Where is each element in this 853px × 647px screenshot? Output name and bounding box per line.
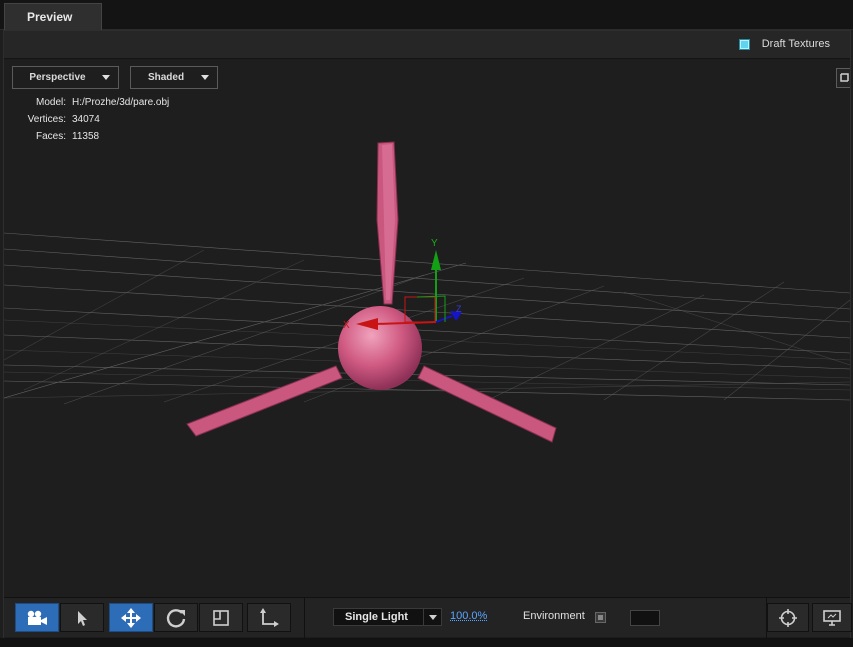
model-info: Model: H:/Prozhe/3d/pare.obj Vertices: 340…: [4, 94, 170, 145]
propeller-hub: [338, 306, 422, 390]
vertices-count: 34074: [72, 114, 100, 125]
tab-bar: Preview: [0, 0, 853, 30]
propeller-model: [186, 141, 557, 443]
faces-count: 11358: [72, 131, 100, 142]
toolbar-divider: [304, 598, 305, 638]
lighting-value: Single Light: [345, 611, 408, 623]
scale-box-icon: [213, 609, 229, 626]
vertices-label: Vertices:: [27, 114, 66, 125]
draft-textures-label: Draft Textures: [761, 38, 830, 50]
camera-tool-button[interactable]: [15, 603, 59, 632]
tab-preview[interactable]: Preview: [4, 3, 102, 30]
status-strip: [0, 638, 853, 647]
environment-checkbox[interactable]: [595, 612, 606, 623]
rotate-tool-button[interactable]: [154, 603, 198, 632]
monitor-icon: [823, 609, 841, 626]
camera-mode-dropdown[interactable]: Perspective: [12, 66, 119, 89]
model-label: Model:: [35, 97, 66, 108]
focus-target-button[interactable]: [767, 603, 809, 632]
preview-topbar: Draft Textures: [4, 31, 850, 59]
faces-label: Faces:: [35, 131, 66, 142]
environment-color-swatch[interactable]: [630, 610, 660, 626]
lighting-dropdown[interactable]: Single Light: [333, 608, 442, 626]
gizmo-z-label: Z: [456, 304, 462, 314]
3d-viewport[interactable]: Y X Z Perspective Shaded Model: H:/Prozhe…: [4, 60, 850, 597]
camera-mode-value: Perspective: [29, 72, 86, 83]
tab-preview-label: Preview: [27, 10, 73, 24]
chevron-down-icon: [428, 614, 437, 620]
display-settings-button[interactable]: [812, 603, 852, 632]
rotate-icon: [166, 608, 186, 628]
move-arrows-icon: [121, 607, 141, 628]
chevron-down-icon: [102, 75, 110, 80]
model-path: H:/Prozhe/3d/pare.obj: [72, 97, 170, 108]
select-tool-button[interactable]: [60, 603, 104, 632]
draft-textures-checkbox[interactable]: [738, 38, 750, 50]
chevron-down-icon: [201, 75, 209, 80]
video-camera-icon: [27, 610, 47, 625]
viewport-toolbar: Single Light 100.0% Environment: [4, 597, 852, 638]
axis-corner-icon: [260, 607, 279, 627]
move-tool-button[interactable]: [109, 603, 153, 632]
arrow-pointer-icon: [78, 610, 87, 626]
zoom-level[interactable]: 100.0%: [450, 610, 487, 622]
shading-mode-dropdown[interactable]: Shaded: [130, 66, 218, 89]
axis-tool-button[interactable]: [247, 603, 291, 632]
gizmo-y-label: Y: [431, 238, 438, 249]
crosshair-icon: [779, 608, 797, 627]
draft-textures-toggle[interactable]: Draft Textures: [738, 38, 830, 50]
environment-label: Environment: [523, 610, 585, 622]
gizmo-x-label: X: [343, 320, 350, 331]
expand-icon: [840, 73, 849, 82]
maximize-viewport-button[interactable]: [836, 68, 850, 88]
shading-mode-value: Shaded: [147, 72, 185, 83]
scale-tool-button[interactable]: [199, 603, 243, 632]
